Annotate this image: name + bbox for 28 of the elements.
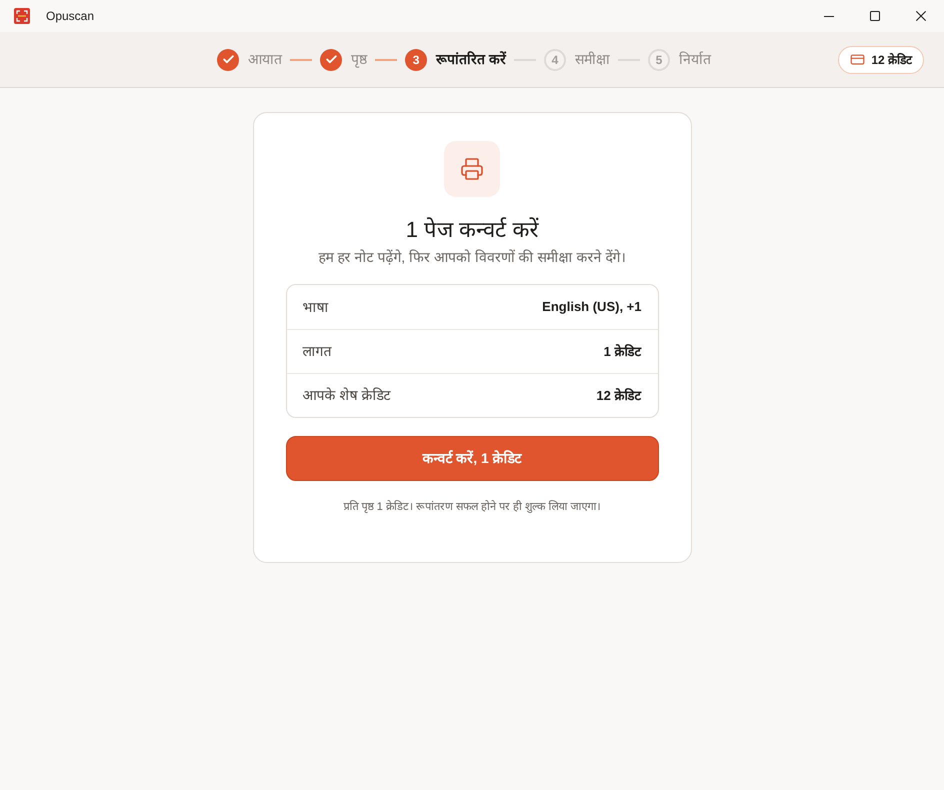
step-connector bbox=[290, 58, 312, 60]
summary-label: भाषा bbox=[302, 298, 328, 316]
credits-badge[interactable]: 12 क्रेडिट bbox=[838, 46, 924, 74]
summary-value: English (US), +1 bbox=[542, 298, 642, 316]
card-title: 1 पेज कन्वर्ट करें bbox=[406, 216, 538, 244]
step-number: 3 bbox=[405, 48, 428, 70]
step-tab[interactable]: आयात bbox=[248, 49, 282, 70]
step-tab[interactable]: रूपांतरित करें bbox=[436, 49, 506, 70]
step-number: 5 bbox=[648, 48, 670, 70]
summary-value: 1 क्रेडिट bbox=[604, 342, 642, 361]
printer-icon bbox=[444, 141, 500, 197]
step-number: 4 bbox=[544, 48, 566, 70]
summary-label: आपके शेष क्रेडिट bbox=[302, 386, 390, 405]
maximize-icon bbox=[870, 11, 880, 21]
step-tab[interactable]: समीक्षा bbox=[574, 49, 610, 70]
summary-value: 12 क्रेडिट bbox=[596, 386, 642, 405]
credits-text: 12 क्रेडिट bbox=[871, 52, 912, 68]
app-logo-icon bbox=[14, 8, 30, 24]
step-tab[interactable]: निर्यात bbox=[678, 49, 711, 70]
card-subtitle: हम हर नोट पढ़ेंगे, फिर आपको विवरणों की समीक्षा करने देंगे। bbox=[318, 248, 626, 267]
step-connector bbox=[375, 58, 398, 60]
convert-button[interactable]: कन्वर्ट करें, 1 क्रेडिट bbox=[286, 436, 658, 481]
summary-label: लागत bbox=[302, 342, 332, 361]
close-icon bbox=[916, 11, 926, 21]
window-title: Opuscan bbox=[46, 8, 94, 25]
credit-card-icon bbox=[850, 52, 866, 67]
step-tab[interactable]: पृष्ठ bbox=[351, 49, 368, 70]
footnote: प्रति पृष्ठ 1 क्रेडिट। रूपांतरण सफल होने पर ही शुल्क लिया जाएगा। bbox=[344, 499, 600, 515]
